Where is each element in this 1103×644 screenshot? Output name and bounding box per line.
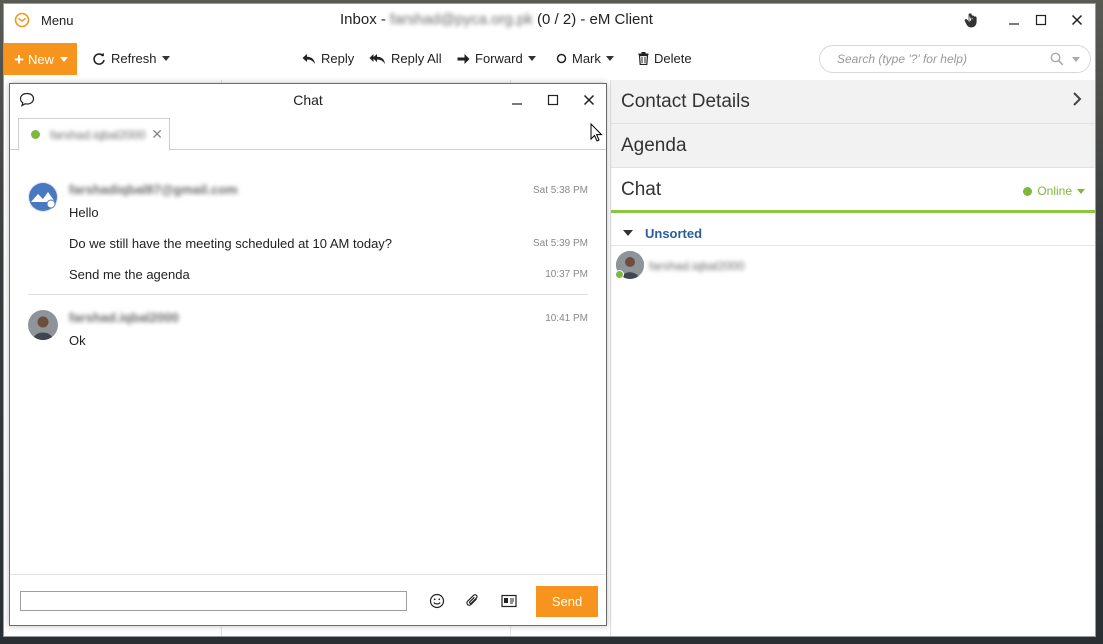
message-time: Sat 5:39 PM [532,238,588,249]
message-separator [28,294,588,295]
status-dropdown[interactable]: Online [1023,184,1085,198]
mouse-cursor-icon [590,123,603,142]
trash-icon [638,52,649,65]
reply-all-icon [369,53,385,64]
em-client-logo-icon[interactable] [14,12,30,28]
message-group: farshadiqbal87@gmail.com Sat 5:38 PM Hel… [28,182,588,282]
close-tab-icon[interactable]: ✕ [151,126,163,143]
message-time: 10:37 PM [545,269,588,280]
emoji-icon[interactable] [426,590,448,612]
reply-icon [302,53,315,64]
contact-name: farshad.iqbal2000 [649,259,745,273]
group-label: Unsorted [645,226,703,241]
chat-composer: Send [10,574,606,626]
chevron-down-icon [1077,188,1085,194]
online-status-icon [31,130,40,139]
title-suffix: (0 / 2) - eM Client [532,11,653,28]
chat-tab-strip: farshad.iqbal2000 ✕ [10,116,606,151]
title-bar: Menu Inbox - farshad@pyca.org.pk (0 / 2)… [4,4,1095,37]
chat-title-bar: Chat [10,84,606,116]
message-text: Ok [69,333,86,348]
chat-message-area: farshadiqbal87@gmail.com Sat 5:38 PM Hel… [10,151,606,571]
reply-label: Reply [321,51,355,66]
em-client-window: Menu Inbox - farshad@pyca.org.pk (0 / 2)… [3,3,1096,637]
toolbar: + New Refresh Reply Reply All Forward Ma… [4,41,1095,77]
right-pane: Contact Details Agenda Chat Online Unsor… [610,80,1095,636]
reply-all-label: Reply All [391,51,442,66]
close-icon[interactable] [579,90,599,110]
paperclip-icon[interactable] [462,590,484,612]
chat-section-header: Chat Online [611,168,1095,213]
refresh-icon [93,52,105,65]
delete-label: Delete [654,51,692,66]
window-title: Inbox - farshad@pyca.org.pk (0 / 2) - eM… [340,11,653,28]
new-button[interactable]: + New [4,43,77,75]
chat-tab-label: farshad.iqbal2000 [50,127,146,142]
minimize-icon[interactable] [1004,10,1024,30]
menu-button[interactable]: Menu [41,13,74,28]
title-account: farshad@pyca.org.pk [390,11,533,28]
contact-list-item[interactable]: farshad.iqbal2000 [611,248,1095,282]
collapse-triangle-icon[interactable] [623,230,633,236]
forward-label: Forward [475,51,523,66]
message-text: Send me the agenda [69,267,190,282]
message-text: Hello [69,205,99,220]
contact-details-section[interactable]: Contact Details [611,80,1095,124]
chevron-down-icon [59,56,68,62]
search-input[interactable]: Search (type '?' for help) [819,45,1091,73]
agenda-title: Agenda [621,135,687,156]
reply-button[interactable]: Reply [302,51,354,66]
delete-button[interactable]: Delete [638,51,692,66]
message-time: Sat 5:38 PM [532,185,588,196]
status-label: Online [1037,184,1072,198]
forward-arrow-icon [457,53,470,64]
maximize-icon[interactable] [543,90,563,110]
mark-button[interactable]: Mark [556,51,614,66]
search-placeholder: Search (type '?' for help) [837,52,967,66]
chevron-right-icon[interactable] [1071,92,1083,106]
contact-group-unsorted[interactable]: Unsorted [611,220,1095,246]
touch-mode-icon[interactable] [961,10,981,30]
chat-message-input[interactable] [20,591,407,611]
message-sender: farshad.iqbal2000 [69,310,179,325]
message-text: Do we still have the meeting scheduled a… [69,236,393,251]
chat-tab[interactable]: farshad.iqbal2000 ✕ [18,118,170,151]
close-icon[interactable] [1067,10,1087,30]
refresh-button[interactable]: Refresh [92,51,170,66]
chevron-down-icon [161,56,170,61]
reply-all-button[interactable]: Reply All [369,51,442,66]
title-prefix: Inbox - [340,11,391,28]
message-time: 10:41 PM [545,313,588,324]
mark-label: Mark [572,51,601,66]
chevron-down-icon [605,56,614,61]
avatar [28,310,58,340]
maximize-icon[interactable] [1031,10,1051,30]
search-icon[interactable] [1050,52,1064,66]
refresh-label: Refresh [111,51,157,66]
new-button-label: New [27,51,54,67]
message-sender: farshadiqbal87@gmail.com [69,182,238,197]
chat-section-title: Chat [621,179,662,200]
message-group: farshad.iqbal2000 10:41 PM Ok [28,310,588,350]
chevron-down-icon[interactable] [1072,57,1080,62]
agenda-section[interactable]: Agenda [611,124,1095,168]
chevron-down-icon [527,56,536,61]
forward-button[interactable]: Forward [457,51,536,66]
chat-window: Chat farshad.iqbal2000 ✕ farshadiqbal87@… [9,83,607,626]
send-button[interactable]: Send [536,586,598,617]
online-status-icon [1023,186,1033,196]
online-status-icon [615,270,624,279]
contact-details-title: Contact Details [621,91,750,112]
minimize-icon[interactable] [507,90,527,110]
avatar [28,182,58,212]
plus-icon: + [14,49,24,69]
contact-card-icon[interactable] [498,590,520,612]
circle-icon [556,53,567,64]
